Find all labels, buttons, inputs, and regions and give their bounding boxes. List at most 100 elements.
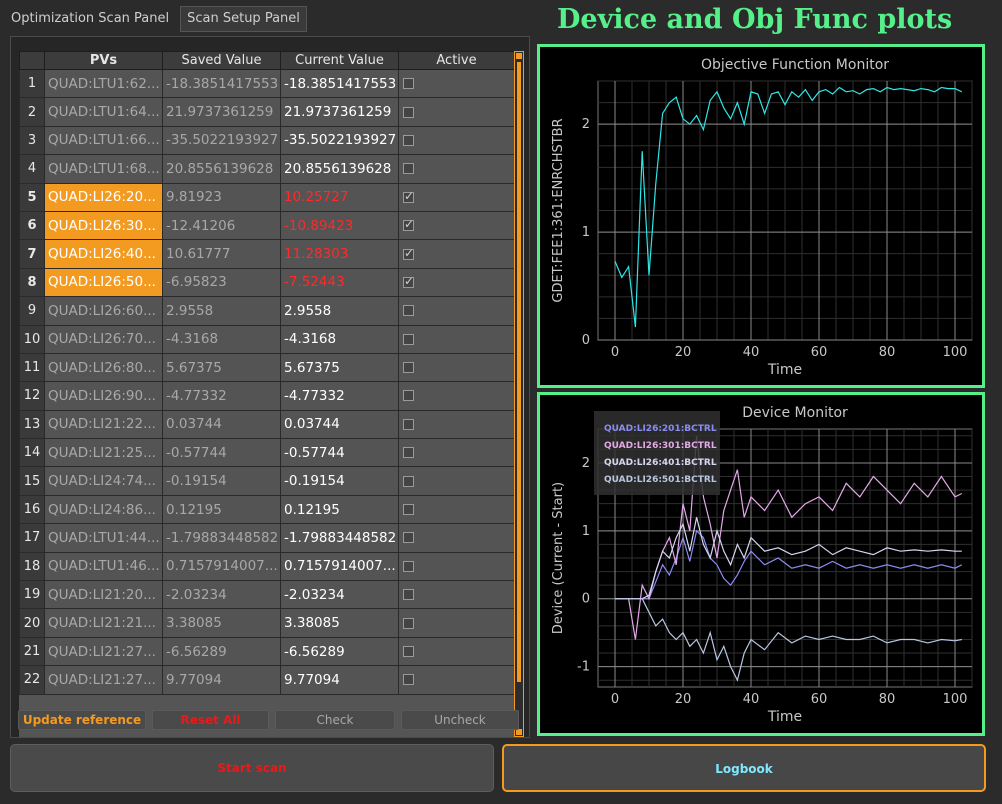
current-value-cell[interactable]: 9.77094 — [280, 665, 399, 695]
row-number[interactable]: 11 — [19, 352, 45, 383]
saved-value-cell[interactable]: -4.77332 — [162, 381, 281, 411]
pv-name-cell[interactable]: QUAD:LI21:27... — [44, 665, 163, 695]
saved-value-cell[interactable]: 9.77094 — [162, 665, 281, 695]
saved-value-cell[interactable]: -2.03234 — [162, 580, 281, 610]
row-number[interactable]: 5 — [19, 182, 45, 212]
row-number[interactable]: 10 — [19, 324, 45, 354]
row-number[interactable]: 1 — [19, 68, 45, 99]
saved-value-cell[interactable]: -6.56289 — [162, 636, 281, 667]
table-row[interactable]: 5 QUAD:LI26:20... 9.81923 10.25727 — [19, 182, 515, 212]
row-number[interactable]: 16 — [19, 494, 45, 525]
active-checkbox[interactable] — [403, 134, 414, 146]
pv-name-cell[interactable]: QUAD:LI26:20... — [44, 182, 163, 212]
pv-name-cell[interactable]: QUAD:LI24:74... — [44, 466, 163, 496]
table-row[interactable]: 21 QUAD:LI21:27... -6.56289 -6.56289 — [19, 636, 515, 667]
table-row[interactable]: 11 QUAD:LI26:80... 5.67375 5.67375 — [19, 352, 515, 383]
saved-value-cell[interactable]: 3.38085 — [162, 608, 281, 638]
row-number[interactable]: 20 — [19, 608, 45, 638]
current-value-cell[interactable]: -18.3851417553 — [280, 68, 399, 99]
active-checkbox[interactable] — [403, 475, 414, 487]
current-value-cell[interactable]: 5.67375 — [280, 352, 399, 383]
row-number[interactable]: 17 — [19, 523, 45, 553]
table-row[interactable]: 8 QUAD:LI26:50... -6.95823 -7.52443 — [19, 267, 515, 298]
table-row[interactable]: 15 QUAD:LI24:74... -0.19154 -0.19154 — [19, 466, 515, 496]
table-row[interactable]: 14 QUAD:LI21:25... -0.57744 -0.57744 — [19, 438, 515, 468]
active-checkbox[interactable] — [403, 532, 414, 544]
active-checkbox[interactable] — [403, 617, 414, 629]
table-row[interactable]: 9 QUAD:LI26:60... 2.9558 2.9558 — [19, 296, 515, 326]
row-number[interactable]: 15 — [19, 466, 45, 496]
saved-value-cell[interactable]: -18.3851417553 — [162, 68, 281, 99]
active-checkbox[interactable] — [403, 447, 414, 459]
saved-value-cell[interactable]: -6.95823 — [162, 267, 281, 298]
pv-name-cell[interactable]: QUAD:LTU1:66... — [44, 125, 163, 156]
pv-name-cell[interactable]: QUAD:LI24:86... — [44, 494, 163, 525]
pv-name-cell[interactable]: QUAD:LI21:22... — [44, 409, 163, 440]
row-number[interactable]: 2 — [19, 97, 45, 127]
saved-value-cell[interactable]: 0.12195 — [162, 494, 281, 525]
table-row[interactable]: 12 QUAD:LI26:90... -4.77332 -4.77332 — [19, 381, 515, 411]
reset-all-button[interactable]: Reset All — [152, 710, 269, 730]
active-checkbox[interactable] — [403, 560, 414, 572]
pv-name-cell[interactable]: QUAD:LI26:50... — [44, 267, 163, 298]
row-number[interactable]: 14 — [19, 438, 45, 468]
current-value-cell[interactable]: 21.9737361259 — [280, 97, 399, 127]
current-value-cell[interactable]: -0.57744 — [280, 438, 399, 468]
scrollbar-thumb[interactable] — [517, 62, 521, 682]
table-row[interactable]: 19 QUAD:LI21:20... -2.03234 -2.03234 — [19, 580, 515, 610]
saved-value-cell[interactable]: -1.79883448582 — [162, 523, 281, 553]
scroll-up-arrow-icon[interactable] — [516, 53, 522, 59]
column-header-active[interactable]: Active — [398, 51, 515, 70]
saved-value-cell[interactable]: -35.5022193927 — [162, 125, 281, 156]
table-scrollbar[interactable] — [514, 51, 524, 737]
table-row[interactable]: 22 QUAD:LI21:27... 9.77094 9.77094 — [19, 665, 515, 695]
column-header-current-value[interactable]: Current Value — [280, 51, 399, 70]
active-checkbox[interactable] — [403, 189, 414, 203]
row-number[interactable]: 8 — [19, 267, 45, 298]
active-checkbox[interactable] — [403, 106, 414, 118]
current-value-cell[interactable]: -7.52443 — [280, 267, 399, 298]
saved-value-cell[interactable]: 10.61777 — [162, 239, 281, 269]
current-value-cell[interactable]: 2.9558 — [280, 296, 399, 326]
current-value-cell[interactable]: 0.03744 — [280, 409, 399, 440]
table-row[interactable]: 18 QUAD:LTU1:46... 0.7157914007... 0.715791… — [19, 551, 515, 582]
active-checkbox[interactable] — [403, 274, 414, 288]
tab-scan-setup-panel[interactable]: Scan Setup Panel — [180, 6, 307, 32]
saved-value-cell[interactable]: -0.57744 — [162, 438, 281, 468]
active-checkbox[interactable] — [403, 589, 414, 601]
row-number[interactable]: 9 — [19, 296, 45, 326]
active-checkbox[interactable] — [403, 646, 414, 657]
row-number[interactable]: 21 — [19, 636, 45, 667]
active-checkbox[interactable] — [403, 163, 414, 175]
column-header-pvs[interactable]: PVs — [44, 51, 163, 70]
table-row[interactable]: 20 QUAD:LI21:21... 3.38085 3.38085 — [19, 608, 515, 638]
tab-optimization-scan-panel[interactable]: Optimization Scan Panel — [4, 6, 177, 32]
pv-name-cell[interactable]: QUAD:LTU1:62... — [44, 68, 163, 99]
active-checkbox[interactable] — [403, 78, 414, 90]
saved-value-cell[interactable]: -12.41206 — [162, 210, 281, 241]
row-number[interactable]: 22 — [19, 665, 45, 695]
row-number[interactable]: 4 — [19, 154, 45, 184]
active-checkbox[interactable] — [403, 305, 414, 317]
pv-name-cell[interactable]: QUAD:LI26:30... — [44, 210, 163, 241]
current-value-cell[interactable]: -1.79883448582 — [280, 523, 399, 553]
current-value-cell[interactable]: -35.5022193927 — [280, 125, 399, 156]
row-number[interactable]: 7 — [19, 239, 45, 269]
current-value-cell[interactable]: 3.38085 — [280, 608, 399, 638]
current-value-cell[interactable]: 20.8556139628 — [280, 154, 399, 184]
active-checkbox[interactable] — [403, 333, 414, 345]
active-checkbox[interactable] — [403, 504, 414, 516]
start-scan-button[interactable]: Start scan — [10, 744, 494, 792]
active-checkbox[interactable] — [403, 390, 414, 402]
current-value-cell[interactable]: -0.19154 — [280, 466, 399, 496]
saved-value-cell[interactable]: 2.9558 — [162, 296, 281, 326]
current-value-cell[interactable]: -10.89423 — [280, 210, 399, 241]
row-number[interactable]: 3 — [19, 125, 45, 156]
saved-value-cell[interactable]: 0.7157914007... — [162, 551, 281, 582]
check-button[interactable]: Check — [275, 710, 395, 730]
row-number[interactable]: 13 — [19, 409, 45, 440]
table-row[interactable]: 3 QUAD:LTU1:66... -35.5022193927 -35.502219… — [19, 125, 515, 156]
row-number[interactable]: 12 — [19, 381, 45, 411]
active-checkbox[interactable] — [403, 217, 414, 232]
pv-name-cell[interactable]: QUAD:LI26:40... — [44, 239, 163, 269]
